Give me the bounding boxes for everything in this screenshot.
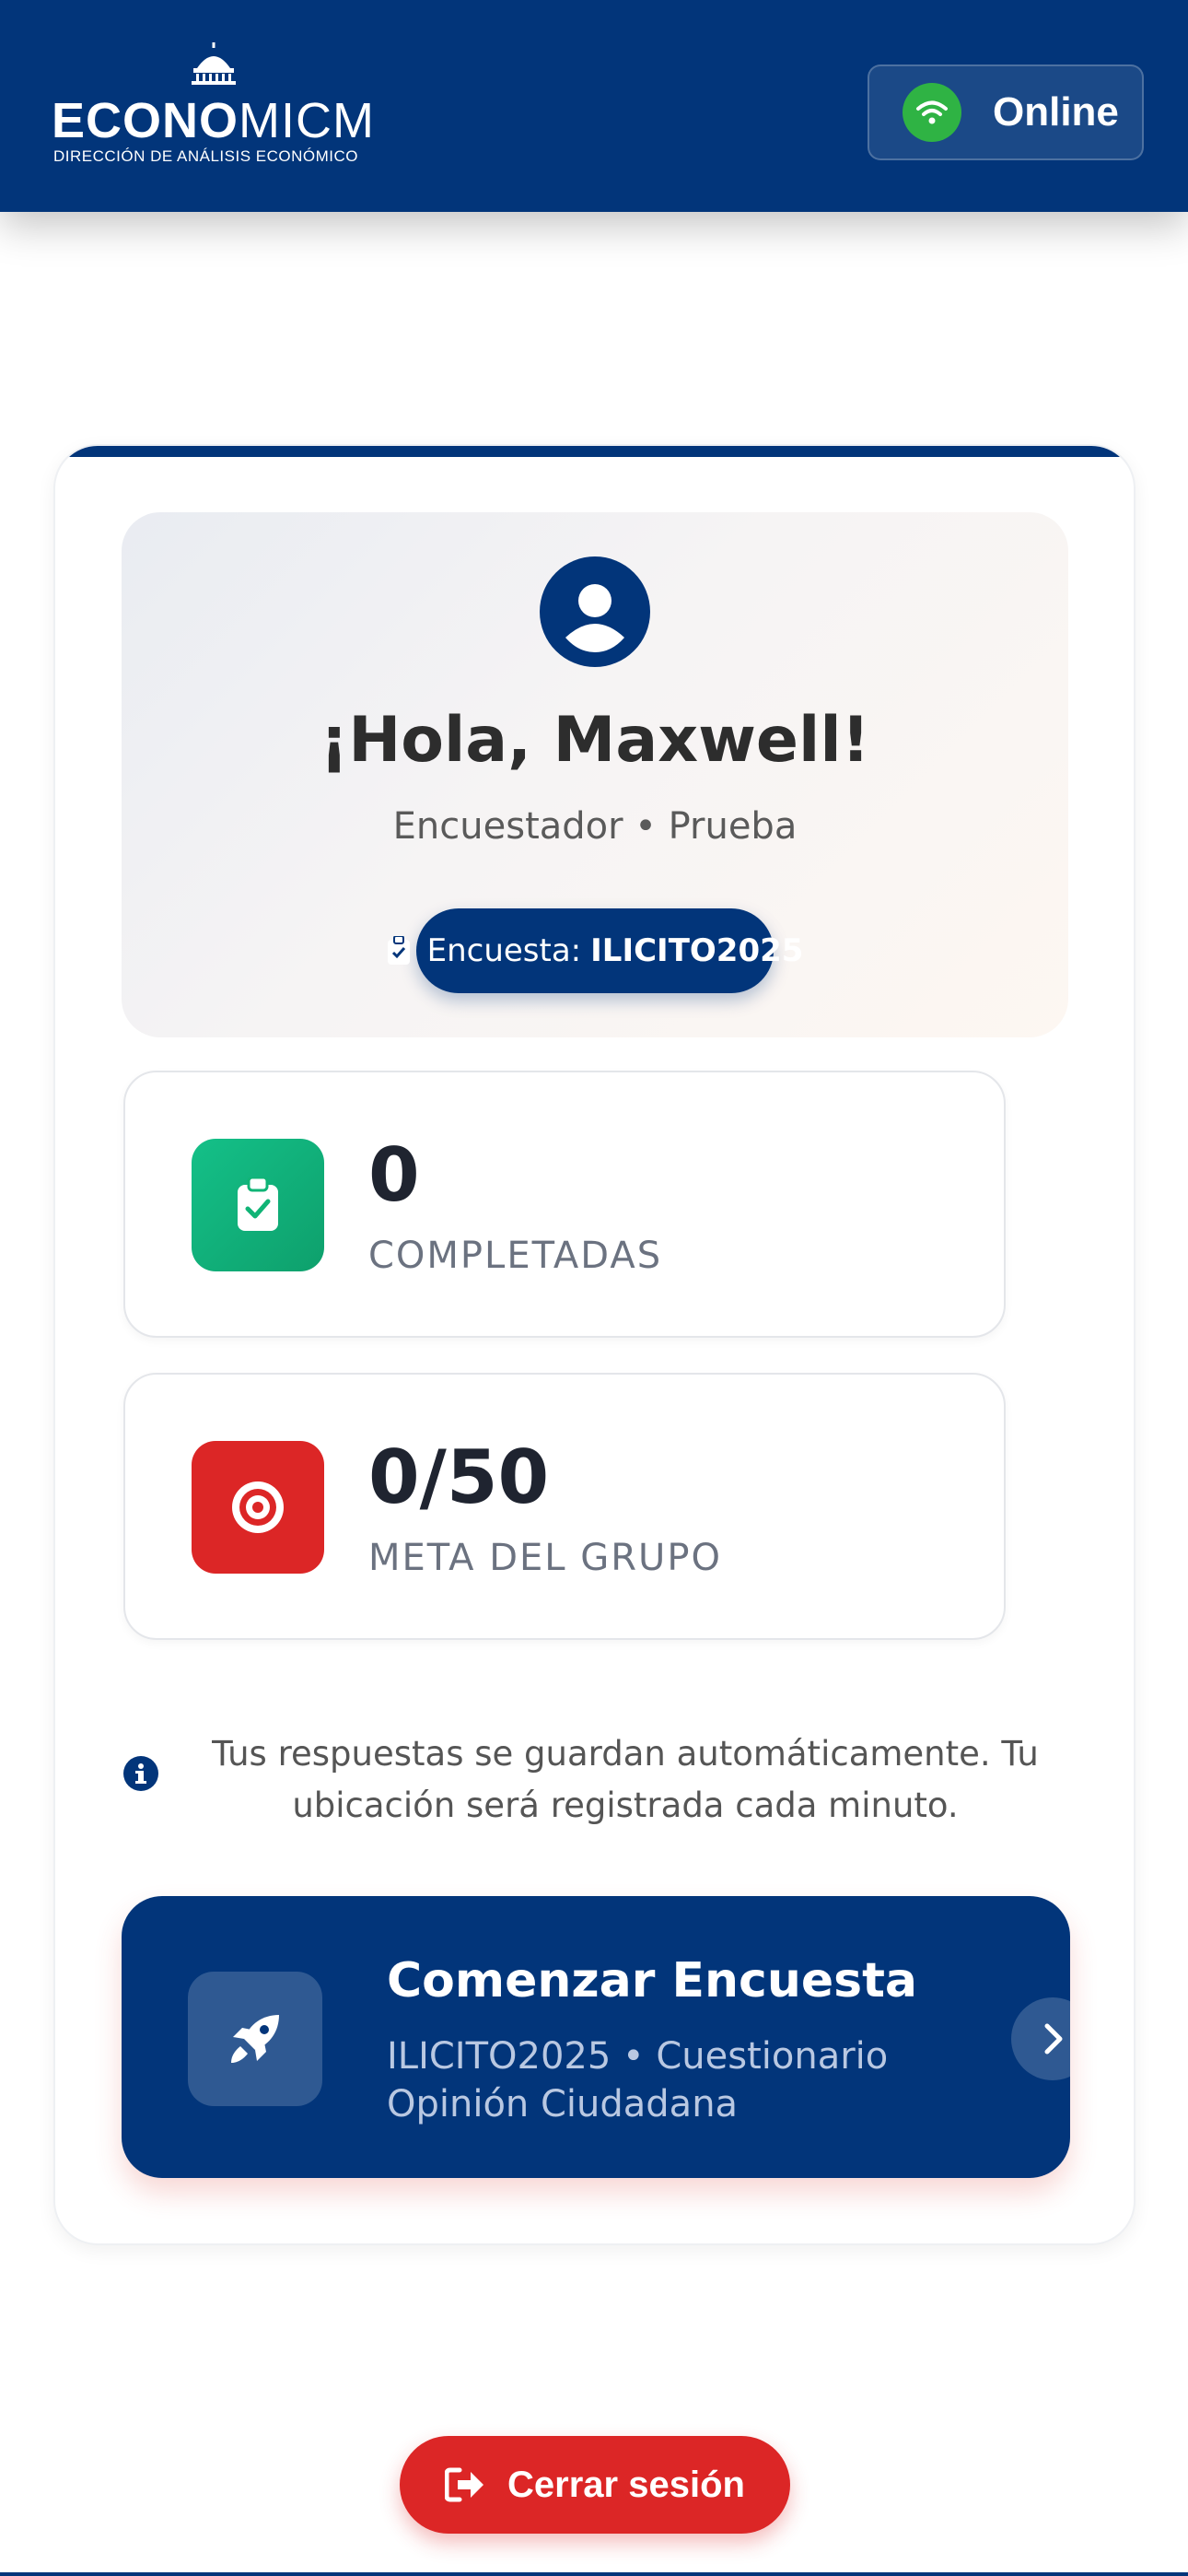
sign-out-icon [445,2466,485,2503]
clipboard-icon [387,936,411,966]
stat-completed: 0 COMPLETADAS [123,1071,1006,1338]
online-status[interactable]: Online [868,64,1144,160]
logo-light-text: MICM [239,93,375,148]
stat-value: 0/50 [368,1434,550,1520]
logo-subtitle: DIRECCIÓN DE ANÁLISIS ECONÓMICO [53,147,358,165]
wifi-icon [903,83,961,142]
logo-wordmark: ECONOMICM [52,96,375,146]
user-icon [540,556,650,667]
logout-label: Cerrar sesión [507,2464,745,2505]
logout-button[interactable]: Cerrar sesión [400,2436,790,2534]
survey-badge: Encuesta: ILICITO2025 [387,908,803,993]
logo: ECONOMICM DIRECCIÓN DE ANÁLISIS ECONÓMIC… [52,41,392,170]
stat-group-goal: 0/50 META DEL GRUPO [123,1373,1006,1640]
card-accent-bar [55,446,1134,457]
dashboard-card: ¡Hola, Maxwell! Encuestador • Prueba Enc… [53,444,1136,2245]
logo-bold-text: ECONO [52,93,239,148]
user-role: Encuestador • Prueba [392,805,798,848]
welcome-panel: ¡Hola, Maxwell! Encuestador • Prueba Enc… [122,512,1068,1037]
start-subtitle: ILICITO2025 • Cuestionario Opinión Ciuda… [387,2035,889,2125]
autosave-notice: Tus respuestas se guardan automáticament… [123,1728,1072,1830]
start-survey-button[interactable]: Comenzar Encuesta ILICITO2025 • Cuestion… [122,1896,1070,2178]
bottom-edge [0,2572,1188,2576]
info-icon [123,1756,158,1791]
stat-label: COMPLETADAS [368,1235,663,1277]
survey-prefix: Encuesta: [426,932,582,969]
survey-code: ILICITO2025 [590,932,804,969]
app-header: ECONOMICM DIRECCIÓN DE ANÁLISIS ECONÓMIC… [0,0,1188,212]
clipboard-check-icon [192,1139,324,1271]
dome-logo-icon [192,42,236,85]
start-title: Comenzar Encuesta [387,1953,918,2008]
target-icon [192,1441,324,1574]
rocket-icon [188,1972,322,2106]
status-label: Online [993,89,1119,135]
chevron-right-icon [1011,1997,1070,2080]
greeting: ¡Hola, Maxwell! [320,704,870,777]
stat-value: 0 [368,1132,420,1218]
stat-label: META DEL GRUPO [368,1537,722,1579]
notice-text: Tus respuestas se guardan automáticament… [212,1734,1039,1825]
